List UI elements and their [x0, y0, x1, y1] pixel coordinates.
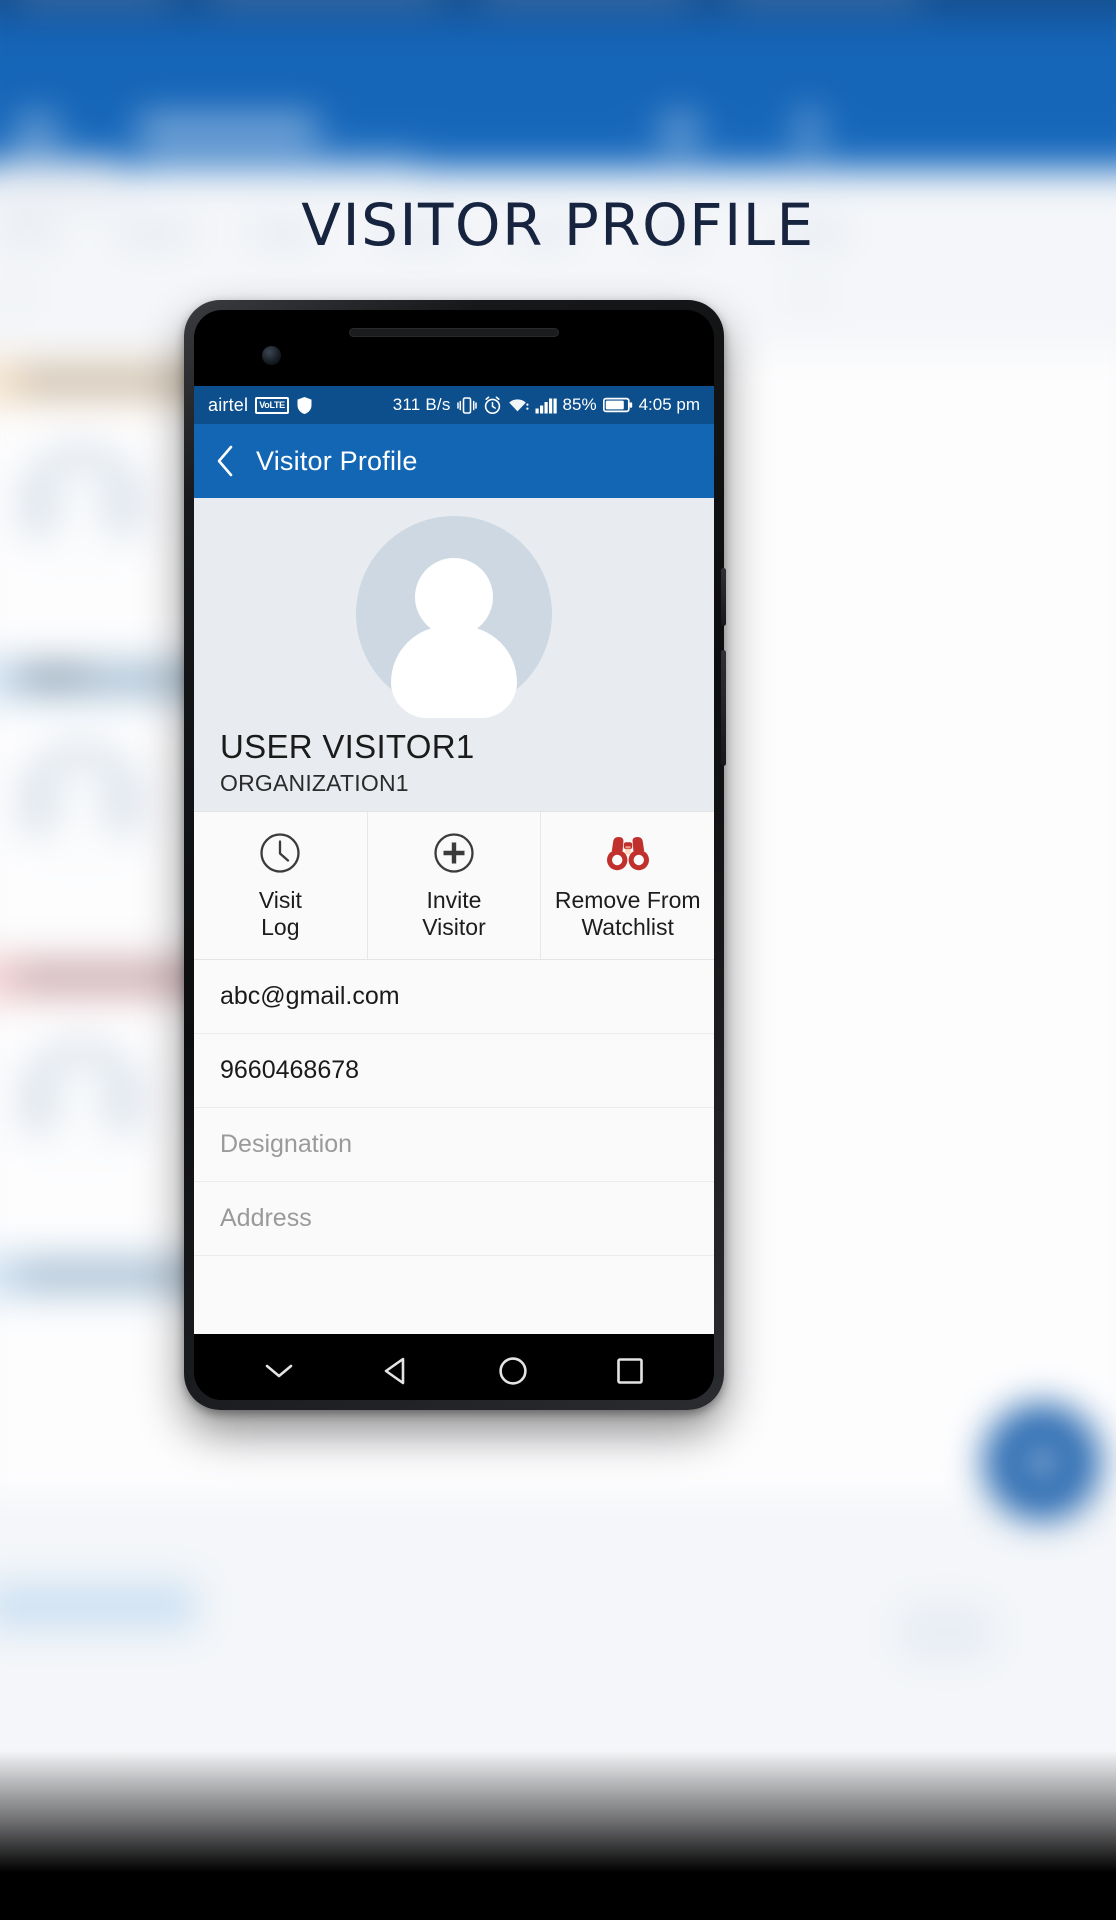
background-overflow-icon — [798, 108, 820, 154]
phone-volume-button — [721, 650, 726, 766]
background-avatar — [18, 442, 144, 568]
background-column-value — [796, 286, 822, 302]
battery-icon — [602, 397, 633, 413]
background-status-badge-text: Accepted — [18, 666, 203, 692]
phone-mockup: airtel VoLTE 311 B/s 85% 4:05 pm Visitor… — [184, 300, 726, 1410]
phone-front-camera — [262, 346, 281, 365]
clock-icon — [257, 830, 303, 876]
invite-visitor-label: Invite Visitor — [422, 887, 486, 941]
background-status-badge-text — [18, 1262, 203, 1288]
background-avatar — [18, 740, 144, 866]
android-navigation-bar — [194, 1334, 714, 1400]
status-bar-right: 311 B/s 85% 4:05 pm — [393, 395, 700, 415]
phone-power-button — [721, 568, 726, 626]
avatar-head — [415, 558, 493, 636]
visit-log-button[interactable]: Visit Log — [194, 812, 367, 959]
person-avatar-icon[interactable] — [356, 516, 552, 718]
background-column-value — [4, 286, 30, 302]
shield-icon — [296, 396, 313, 415]
background-avatar — [18, 1038, 144, 1164]
background-chip — [900, 1604, 992, 1660]
info-list-empty-space — [194, 1256, 714, 1334]
vibrate-icon — [456, 396, 477, 415]
app-bar-title: Visitor Profile — [256, 445, 418, 476]
visitor-info-list: abc@gmail.com 9660468678 Designation Add… — [194, 960, 714, 1334]
action-button-row: Visit Log Invite Visitor Remove From Wat… — [194, 811, 714, 961]
battery-percent-label: 85% — [562, 395, 597, 414]
background-tab — [210, 0, 440, 2]
chevron-down-icon[interactable] — [253, 1345, 305, 1397]
volte-badge: VoLTE — [255, 396, 289, 414]
home-circle-icon[interactable] — [487, 1345, 539, 1397]
profile-header: USER VISITOR1 ORGANIZATION1 — [194, 498, 714, 811]
background-app-subtitle — [138, 152, 418, 170]
background-search-icon — [660, 112, 700, 152]
phone-field[interactable]: 9660468678 — [194, 1034, 714, 1109]
background-floating-action-button — [984, 1404, 1100, 1520]
status-bar-left: airtel VoLTE — [208, 395, 313, 416]
app-bar: Visitor Profile — [194, 424, 714, 498]
address-field[interactable]: Address — [194, 1182, 714, 1257]
background-top-tabs-bar — [0, 0, 1116, 22]
remove-from-watchlist-label: Remove From Watchlist — [554, 887, 701, 941]
background-chip — [0, 1582, 196, 1630]
phone-earpiece — [349, 328, 559, 337]
recents-square-icon[interactable] — [604, 1345, 656, 1397]
background-hamburger-icon — [16, 114, 58, 148]
page-title: VISITOR PROFILE — [301, 191, 815, 259]
email-field[interactable]: abc@gmail.com — [194, 960, 714, 1035]
background-fab-icon — [1025, 1445, 1059, 1479]
designation-field[interactable]: Designation — [194, 1108, 714, 1183]
poster-bottom-fade — [0, 1750, 1116, 1920]
visit-log-label: Visit Log — [258, 887, 302, 941]
clock-label: 4:05 pm — [638, 395, 700, 414]
carrier-label: airtel — [208, 394, 249, 415]
background-tab-strip — [0, 0, 1116, 14]
wifi-icon — [508, 396, 529, 414]
avatar-body — [391, 626, 517, 718]
binoculars-icon — [605, 830, 651, 876]
status-bar: airtel VoLTE 311 B/s 85% 4:05 pm — [194, 386, 714, 424]
phone-bezel: airtel VoLTE 311 B/s 85% 4:05 pm Visitor… — [194, 310, 714, 1400]
background-app-bar — [0, 22, 1116, 170]
remove-from-watchlist-button[interactable]: Remove From Watchlist — [540, 812, 714, 960]
phone-screen: airtel VoLTE 311 B/s 85% 4:05 pm Visitor… — [194, 386, 714, 1334]
background-tab — [20, 0, 170, 2]
plus-circle-icon — [431, 830, 477, 876]
invite-visitor-button[interactable]: Invite Visitor — [366, 812, 541, 960]
network-speed-label: 311 B/s — [392, 395, 451, 414]
chevron-left-icon[interactable] — [212, 445, 238, 477]
signal-icon — [535, 396, 557, 414]
background-status-badge-text — [18, 964, 203, 990]
back-triangle-icon[interactable] — [370, 1345, 422, 1397]
background-tab — [730, 0, 920, 2]
background-tab — [480, 0, 690, 2]
alarm-icon — [483, 396, 502, 415]
background-app-title — [138, 114, 318, 144]
background-status-badge-text — [18, 368, 203, 394]
avatar-container — [194, 516, 714, 718]
visitor-name: USER VISITOR1 — [220, 728, 475, 765]
visitor-organization: ORGANIZATION1 — [220, 770, 409, 796]
